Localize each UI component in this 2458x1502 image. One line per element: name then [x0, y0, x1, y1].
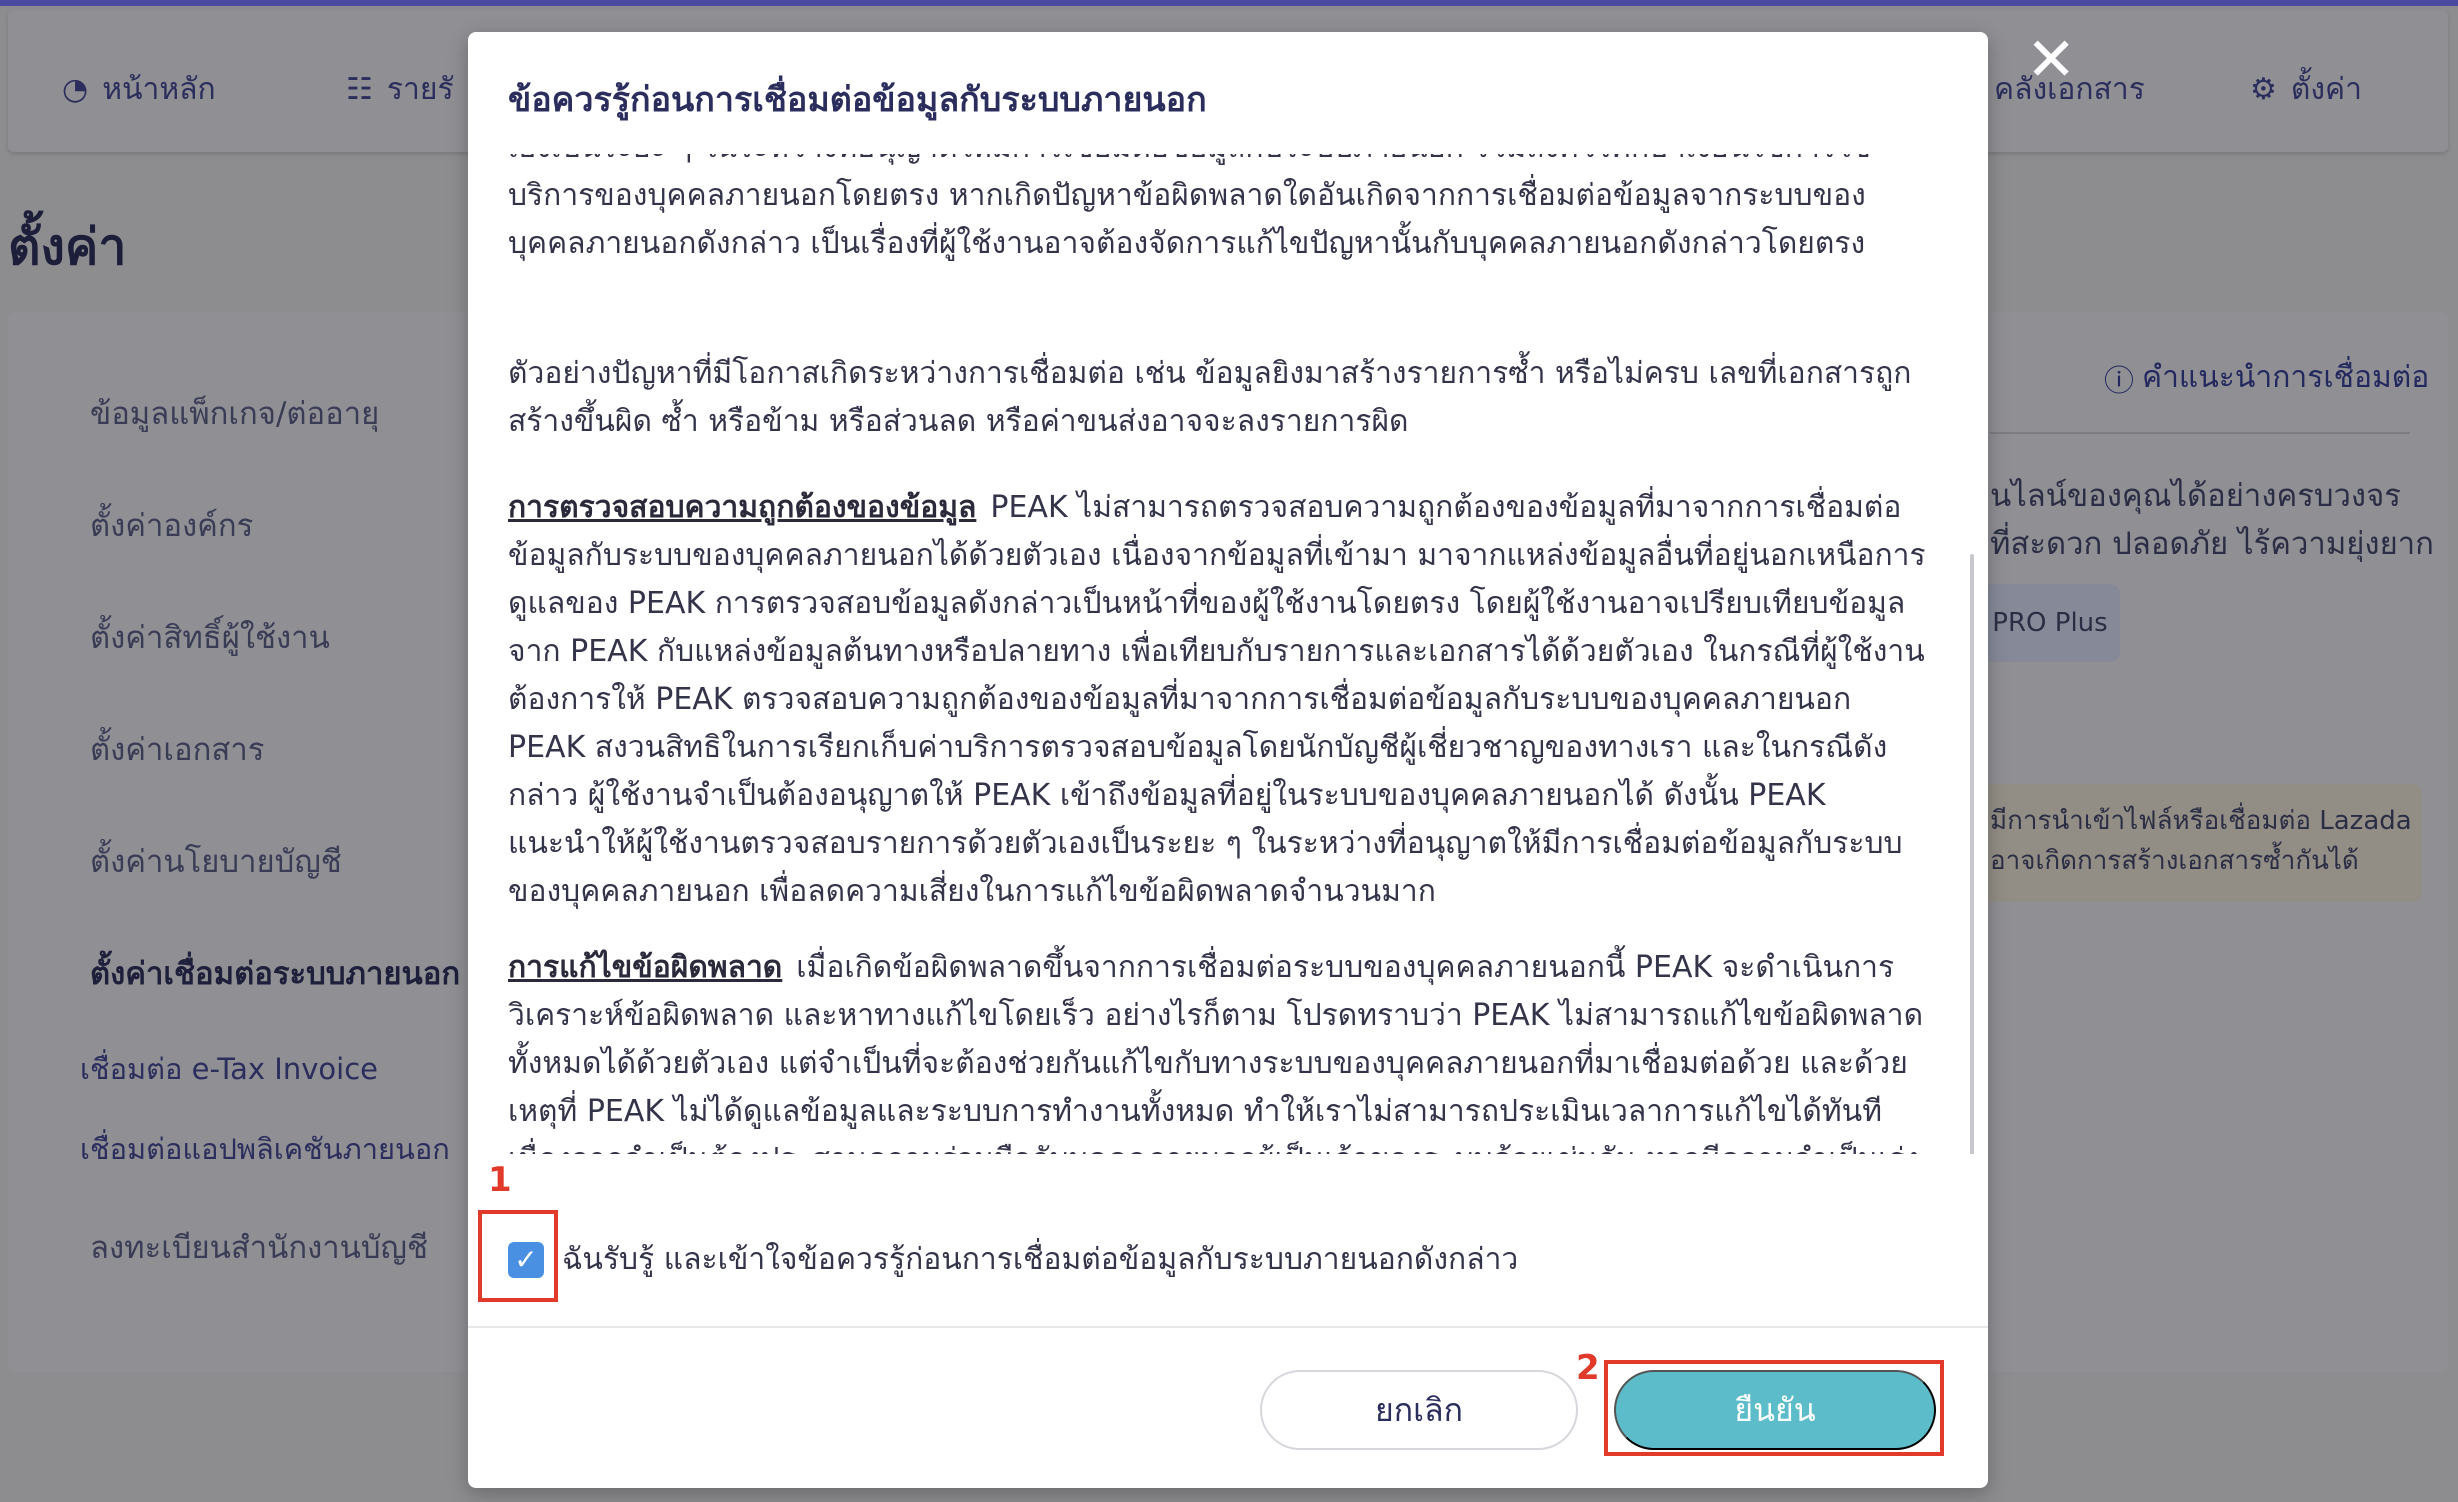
sidebar-item-accounting-office[interactable]: ลงทะเบียนสำนักงานบัญชี: [90, 1222, 428, 1272]
annotation-number: 1: [488, 1160, 512, 1200]
footer-divider: [468, 1326, 1988, 1328]
connection-terms-modal: ข้อควรรู้ก่อนการเชื่อมต่อข้อมูลกับระบบภา…: [468, 32, 1988, 1488]
cancel-button[interactable]: ยกเลิก: [1260, 1370, 1578, 1450]
top-accent-strip: [0, 0, 2458, 6]
sidebar-item-package[interactable]: ข้อมูลแพ็กเกจ/ต่ออายุ: [90, 388, 379, 438]
sidebar-item-documents[interactable]: ตั้งค่าเอกสาร: [90, 724, 264, 774]
acknowledge-row[interactable]: ✓ ฉันรับรู้ และเข้าใจข้อควรรู้ก่อนการเชื…: [508, 1236, 1518, 1283]
terms-paragraph: เองเป็นระยะ ๆ ในระหว่างที่อนุญาตให้มีการ…: [508, 154, 1871, 261]
annotation-box-checkbox: [478, 1210, 558, 1302]
help-icon: ⓘ: [2104, 363, 2134, 399]
list-icon: ☷: [346, 72, 373, 107]
feature-description: นไลน์ของคุณได้อย่างครบวงจร: [1990, 478, 2401, 514]
feature-description: ที่สะดวก ปลอดภัย ไร้ความยุ่งยาก: [1990, 526, 2434, 562]
warning-text: อาจเกิดการสร้างเอกสารซ้ำกันได้: [1990, 846, 2359, 876]
page-title: ตั้งค่า: [8, 218, 127, 276]
close-icon[interactable]: ✕: [2026, 30, 2076, 90]
annotation-box-confirm: [1604, 1360, 1944, 1456]
modal-body[interactable]: เองเป็นระยะ ๆ ในระหว่างที่อนุญาตให้มีการ…: [468, 154, 1988, 1154]
terms-paragraph: ตัวอย่างปัญหาที่มีโอกาสเกิดระหว่างการเชื…: [508, 356, 1912, 439]
terms-section-data-accuracy: การตรวจสอบความถูกต้องของข้อมูล PEAK ไม่สา…: [508, 490, 1926, 909]
section-heading: การตรวจสอบความถูกต้องของข้อมูล: [508, 490, 977, 525]
connection-guide-link[interactable]: ⓘ คำแนะนำการเชื่อมต่อ: [2104, 354, 2429, 401]
scrollbar[interactable]: [1970, 554, 1974, 1154]
sidebar-subitem-external-apps[interactable]: เชื่อมต่อแอปพลิเคชันภายนอก: [80, 1126, 450, 1172]
nav-settings[interactable]: ⚙ ตั้งค่า: [2250, 66, 2362, 113]
nav-home[interactable]: ◔ หน้าหลัก: [62, 66, 216, 113]
sidebar-subitem-etax[interactable]: เชื่อมต่อ e-Tax Invoice: [80, 1046, 378, 1092]
modal-title: ข้อควรรู้ก่อนการเชื่อมต่อข้อมูลกับระบบภา…: [508, 80, 1207, 120]
dashboard-icon: ◔: [62, 72, 89, 107]
divider: [1990, 432, 2410, 434]
plan-badge: PRO Plus: [1980, 584, 2120, 662]
sidebar-item-accounting-policy[interactable]: ตั้งค่านโยบายบัญชี: [90, 836, 342, 886]
terms-section-error-fix: การแก้ไขข้อผิดพลาด เมื่อเกิดข้อผิดพลาดขึ้…: [508, 950, 1924, 1154]
sidebar-item-user-permissions[interactable]: ตั้งค่าสิทธิ์ผู้ใช้งาน: [90, 612, 330, 662]
gear-icon: ⚙: [2250, 72, 2277, 107]
section-heading: การแก้ไขข้อผิดพลาด: [508, 950, 783, 985]
acknowledge-label: ฉันรับรู้ และเข้าใจข้อควรรู้ก่อนการเชื่อ…: [562, 1242, 1519, 1277]
annotation-number: 2: [1576, 1348, 1600, 1388]
sidebar-item-organization[interactable]: ตั้งค่าองค์กร: [90, 500, 253, 550]
warning-text: มีการนำเข้าไฟล์หรือเชื่อมต่อ Lazada: [1990, 806, 2412, 836]
nav-income[interactable]: ☷ รายรั: [346, 66, 454, 113]
sidebar-item-external-connections[interactable]: ตั้งค่าเชื่อมต่อระบบภายนอก: [90, 948, 460, 998]
